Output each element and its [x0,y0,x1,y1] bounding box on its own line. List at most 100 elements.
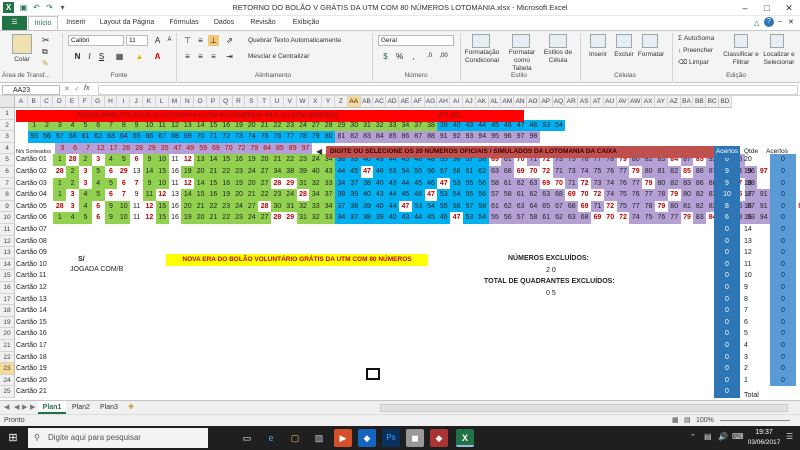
number-cell[interactable]: 69 [181,131,195,143]
card-number-cell[interactable]: 6 [91,212,105,224]
card-number-cell[interactable]: 4 [79,200,92,213]
number-cell[interactable]: 87 [411,131,425,143]
card-number-cell[interactable]: 63 [527,177,540,190]
card-number-cell[interactable]: 19 [219,189,233,201]
card-number-cell[interactable]: 5 [91,189,105,201]
format-table-button[interactable]: Formatar como Tabela [505,49,539,73]
close-button[interactable]: ✕ [778,0,800,16]
taskbar-search-box[interactable]: ⚲ Digite aqui para pesquisar [28,428,208,448]
insert-function-icon[interactable]: fx [84,85,89,92]
cell-styles-icon[interactable] [549,34,567,48]
number-cell[interactable]: 92 [450,131,463,143]
conditional-format-icon[interactable] [472,34,490,48]
currency-icon[interactable]: $ [380,51,391,62]
card-number-cell[interactable]: 16 [232,154,246,166]
card-number-cell[interactable]: 11 [130,212,143,224]
card-number-cell[interactable]: 10 [155,177,169,190]
card-number-cell[interactable]: 40 [360,189,374,201]
card-number-cell[interactable]: 24 [283,189,297,201]
card-number-cell[interactable]: 20 [181,200,195,213]
app-icon-3[interactable]: ◆ [430,429,448,447]
keyboard-icon[interactable]: ⌨ [732,432,744,441]
card-number-cell[interactable]: 69 [591,212,604,224]
number-cell[interactable]: 55 [27,131,41,143]
card-number-cell[interactable]: 19 [232,177,246,190]
format-table-icon[interactable] [512,34,530,48]
normal-view-icon[interactable]: ▦ [672,415,679,426]
number-cell[interactable]: 94 [475,131,489,143]
card-number-cell[interactable]: 24 [232,200,246,213]
help-icon[interactable]: △ [754,19,759,27]
number-cell[interactable]: 78 [296,131,310,143]
number-cell[interactable]: 82 [347,131,361,143]
drawn-number-cell[interactable]: 79 [247,142,262,155]
card-number-cell[interactable]: 86 [693,166,707,178]
card-number-cell[interactable]: 63 [488,166,502,178]
card-number-cell[interactable]: 76 [629,189,643,201]
font-size-select[interactable]: 11 [126,35,148,46]
card-number-cell[interactable]: 68 [565,200,579,213]
card-number-cell[interactable]: 15 [155,212,169,224]
card-number-cell[interactable]: 38 [283,166,297,178]
card-number-cell[interactable]: 44 [399,177,412,190]
sort-filter-icon[interactable] [734,34,748,48]
card-number-cell[interactable]: 38 [360,177,374,190]
card-number-cell[interactable]: 71 [552,166,566,178]
card-number-cell[interactable]: 78 [655,189,668,201]
minimize-button[interactable]: – [734,0,756,16]
delete-cells-button[interactable]: Excluir [610,51,638,59]
card-number-cell[interactable]: 5 [91,166,105,178]
card-number-cell[interactable]: 21 [271,154,284,166]
card-number-cell[interactable]: 70 [527,166,540,178]
edge-icon[interactable]: e [262,429,280,447]
card-number-cell[interactable]: 54 [450,189,463,201]
card-number-cell[interactable]: 57 [514,212,527,224]
card-number-cell[interactable]: 1 [53,189,67,201]
card-number-cell[interactable]: 12 [143,212,156,224]
format-painter-icon[interactable]: ✎ [42,59,49,68]
card-number-cell[interactable]: 56 [450,200,463,213]
card-number-cell[interactable]: 9 [143,154,156,166]
card-number-cell[interactable]: 76 [616,177,630,190]
card-number-cell[interactable]: 19 [245,154,259,166]
help-question-icon[interactable]: ? [764,17,774,27]
percent-icon[interactable]: % [394,51,405,62]
card-number-cell[interactable]: 15 [155,166,169,178]
card-number-cell[interactable]: 77 [616,166,630,178]
card-number-cell[interactable]: 47 [450,212,463,224]
number-cell[interactable]: 61 [79,131,92,143]
insert-cells-button[interactable]: Inserir [584,51,612,59]
number-cell[interactable]: 66 [143,131,156,143]
card-number-cell[interactable]: 70 [552,177,566,190]
card-number-cell[interactable]: 56 [475,189,489,201]
card-number-cell[interactable]: 53 [463,212,476,224]
drawn-number-cell[interactable]: 6 [68,142,82,155]
card-number-cell[interactable]: 12 [155,189,169,201]
format-cells-icon[interactable] [642,34,658,48]
card-number-cell[interactable]: 34 [335,177,348,190]
card-number-cell[interactable]: 1 [53,212,67,224]
card-number-cell[interactable]: 83 [680,177,694,190]
card-number-cell[interactable]: 11 [130,200,143,213]
card-number-cell[interactable]: 4 [91,177,105,190]
card-number-cell[interactable]: 72 [539,166,553,178]
card-number-cell[interactable]: 61 [514,189,527,201]
card-number-cell[interactable]: 28 [258,200,271,213]
drawn-number-cell[interactable]: 89 [285,142,300,155]
clock-time[interactable]: 19:37 [748,429,780,436]
card-number-cell[interactable]: 34 [271,166,284,178]
card-number-cell[interactable]: 40 [386,212,399,224]
card-number-cell[interactable]: 43 [373,189,387,201]
card-number-cell[interactable]: 14 [181,189,195,201]
format-cells-button[interactable]: Formatar [636,51,666,59]
card-number-cell[interactable]: 3 [66,189,79,201]
card-number-cell[interactable]: 72 [578,177,591,190]
card-number-cell[interactable]: 64 [527,200,540,213]
card-number-cell[interactable]: 72 [603,200,617,213]
card-number-cell[interactable]: 10 [117,200,131,213]
card-number-cell[interactable]: 12 [143,200,156,213]
card-number-cell[interactable]: 4 [79,189,92,201]
card-number-cell[interactable]: 74 [629,212,643,224]
card-number-cell[interactable]: 28 [66,154,79,166]
card-number-cell[interactable]: 37 [335,200,348,213]
